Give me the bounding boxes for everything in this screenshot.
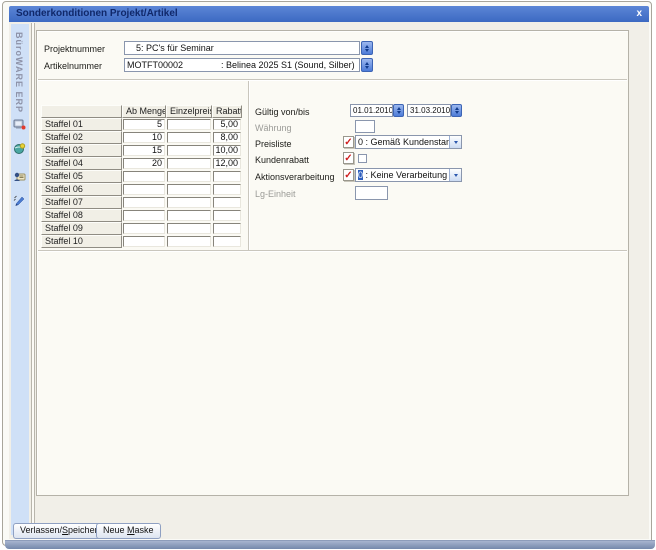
col-header-ab-menge: Ab Menge	[122, 105, 166, 118]
cell-einzelpreis[interactable]	[166, 144, 212, 157]
artikelnummer-code: MOTFT00002	[125, 59, 221, 71]
lg-einheit-field[interactable]	[355, 186, 388, 200]
window-title: Sonderkonditionen Projekt/Artikel	[16, 8, 178, 19]
row-label: Staffel 05	[41, 170, 122, 183]
preisliste-flag-checkbox[interactable]: ✓	[343, 136, 354, 148]
globe-icon[interactable]	[13, 142, 26, 155]
user-card-icon[interactable]	[13, 170, 26, 183]
aktionsverarbeitung-flag-checkbox[interactable]: ✓	[343, 169, 354, 181]
row-label: Staffel 03	[41, 144, 122, 157]
cell-rabatt[interactable]: 10,00	[212, 144, 242, 157]
window-titlebar[interactable]: Sonderkonditionen Projekt/Artikel x	[9, 6, 649, 22]
cell-ab-menge[interactable]: 10	[122, 131, 166, 144]
row-label: Staffel 07	[41, 196, 122, 209]
chevron-down-icon[interactable]	[449, 169, 461, 181]
cell-rabatt[interactable]	[212, 183, 242, 196]
section-divider-top	[38, 79, 627, 81]
cell-ab-menge[interactable]: 20	[122, 157, 166, 170]
main-panel: Projektnummer 5: PC's für Seminar Artike…	[36, 30, 629, 496]
cell-rabatt[interactable]: 8,00	[212, 131, 242, 144]
close-icon[interactable]: x	[636, 6, 642, 21]
preisliste-value: 0 : Gemäß Kundenstamm	[356, 136, 449, 148]
gueltig-label: Gültig von/bis	[255, 107, 310, 117]
cell-einzelpreis[interactable]	[166, 183, 212, 196]
artikelnummer-field[interactable]: MOTFT00002 : Belinea 2025 S1 (Sound, Sil…	[124, 58, 360, 72]
col-header-rabatt: Rabatt	[212, 105, 242, 118]
row-label: Staffel 08	[41, 209, 122, 222]
gueltig-bis-field[interactable]: 31.03.2010 /Mi	[407, 104, 451, 117]
cell-ab-menge[interactable]	[122, 196, 166, 209]
waehrung-field[interactable]	[355, 120, 375, 133]
cell-einzelpreis[interactable]	[166, 222, 212, 235]
section-divider-bottom	[38, 250, 627, 252]
gueltig-bis-spinner-icon[interactable]	[451, 104, 462, 117]
cell-ab-menge[interactable]: 5	[122, 118, 166, 131]
lg-einheit-label: Lg-Einheit	[255, 189, 296, 199]
row-label: Staffel 09	[41, 222, 122, 235]
staffel-table: Ab Menge Einzelpreis Rabatt Staffel 01 5…	[41, 105, 244, 248]
row-label: Staffel 04	[41, 157, 122, 170]
cell-ab-menge[interactable]	[122, 235, 166, 248]
artikelnummer-spinner-icon[interactable]	[361, 58, 373, 72]
cell-einzelpreis[interactable]	[166, 118, 212, 131]
neue-maske-button[interactable]: Neue Maske	[96, 523, 161, 539]
cell-ab-menge[interactable]	[122, 222, 166, 235]
screen: Sonderkonditionen Projekt/Artikel x Büro…	[0, 0, 656, 550]
cell-ab-menge[interactable]	[122, 170, 166, 183]
app-window: Sonderkonditionen Projekt/Artikel x Büro…	[2, 1, 652, 546]
col-header-blank	[41, 105, 122, 118]
artikelnummer-label: Artikelnummer	[44, 61, 102, 71]
waehrung-label: Währung	[255, 123, 292, 133]
sidebar-divider	[31, 23, 35, 536]
row-label: Staffel 10	[41, 235, 122, 248]
cell-rabatt[interactable]: 5,00	[212, 118, 242, 131]
projektnummer-label: Projektnummer	[44, 44, 105, 54]
computer-icon[interactable]	[13, 118, 26, 131]
cell-einzelpreis[interactable]	[166, 235, 212, 248]
preisliste-dropdown[interactable]: 0 : Gemäß Kundenstamm	[355, 135, 462, 149]
kundenrabatt-flag-checkbox[interactable]: ✓	[343, 152, 354, 164]
cell-rabatt[interactable]	[212, 235, 242, 248]
cell-rabatt[interactable]	[212, 196, 242, 209]
cell-einzelpreis[interactable]	[166, 131, 212, 144]
kundenrabatt-checkbox[interactable]	[358, 154, 367, 163]
kundenrabatt-label: Kundenrabatt	[255, 155, 309, 165]
cell-rabatt[interactable]	[212, 222, 242, 235]
cell-rabatt[interactable]: 12,00	[212, 157, 242, 170]
brand-sidebar: BüroWARE ERP	[11, 24, 29, 535]
cell-ab-menge[interactable]: 15	[122, 144, 166, 157]
gueltig-von-field[interactable]: 01.01.2010 /Fr	[350, 104, 393, 117]
cell-einzelpreis[interactable]	[166, 209, 212, 222]
projektnummer-field[interactable]: 5: PC's für Seminar	[124, 41, 360, 55]
cell-rabatt[interactable]	[212, 209, 242, 222]
pen-icon[interactable]	[13, 194, 26, 207]
row-label: Staffel 01	[41, 118, 122, 131]
cell-einzelpreis[interactable]	[166, 196, 212, 209]
cell-ab-menge[interactable]	[122, 183, 166, 196]
projektnummer-spinner-icon[interactable]	[361, 41, 373, 55]
cell-einzelpreis[interactable]	[166, 170, 212, 183]
row-label: Staffel 02	[41, 131, 122, 144]
section-divider-vertical	[248, 81, 250, 250]
cell-rabatt[interactable]	[212, 170, 242, 183]
gueltig-von-spinner-icon[interactable]	[393, 104, 404, 117]
row-label: Staffel 06	[41, 183, 122, 196]
aktionsverarbeitung-dropdown[interactable]: 0 : Keine Verarbeitung	[355, 168, 462, 182]
preisliste-label: Preisliste	[255, 139, 292, 149]
artikelnummer-desc: : Belinea 2025 S1 (Sound, Silber)	[221, 59, 355, 71]
aktionsverarbeitung-label: Aktionsverarbeitung	[255, 172, 335, 182]
cell-einzelpreis[interactable]	[166, 157, 212, 170]
window-bottom-frame	[5, 540, 655, 549]
chevron-down-icon[interactable]	[449, 136, 461, 148]
brand-vertical-label: BüroWARE ERP	[14, 32, 24, 113]
cell-ab-menge[interactable]	[122, 209, 166, 222]
col-header-einzelpreis: Einzelpreis	[166, 105, 212, 118]
aktionsverarbeitung-value: 0 : Keine Verarbeitung	[356, 169, 449, 181]
